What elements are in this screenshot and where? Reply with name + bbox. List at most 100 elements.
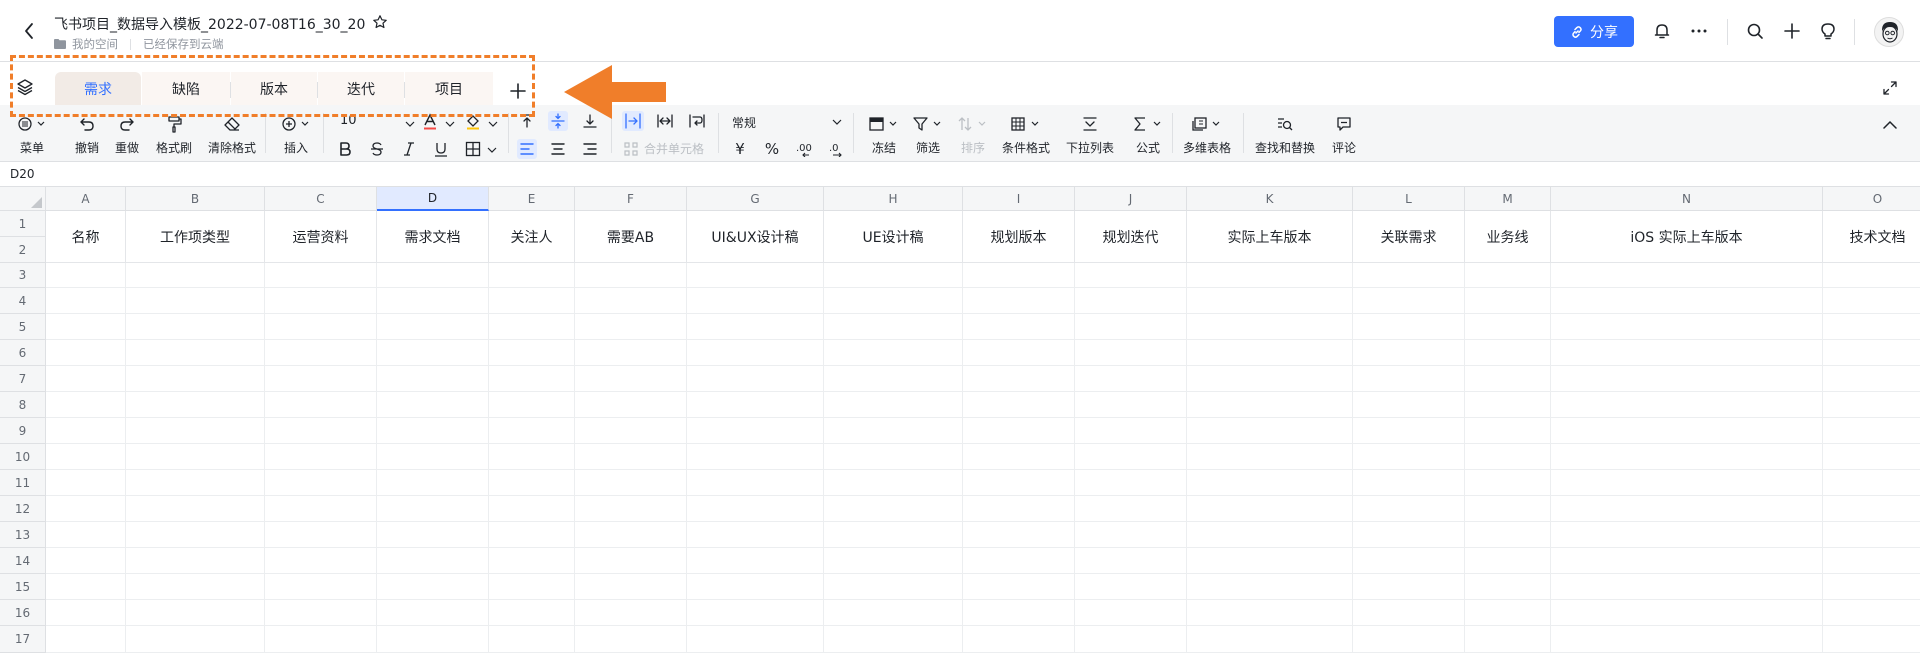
grid-cell[interactable] [1823, 340, 1920, 366]
row-header[interactable]: 11 [0, 470, 46, 496]
header-cell[interactable]: 工作项类型 [126, 211, 265, 263]
grid-cell[interactable] [1075, 263, 1187, 288]
grid-cell[interactable] [1551, 444, 1823, 470]
grid-cell[interactable] [963, 626, 1075, 653]
header-cell[interactable]: 名称 [46, 211, 126, 263]
header-cell[interactable]: iOS 实际上车版本 [1551, 211, 1823, 263]
grid-cell[interactable] [377, 626, 489, 653]
header-cell[interactable]: 关注人 [489, 211, 575, 263]
grid-cell[interactable] [1187, 263, 1353, 288]
document-title[interactable]: 飞书项目_数据导入模板_2022-07-08T16_30_20 [54, 14, 365, 34]
more-icon[interactable] [1688, 20, 1710, 42]
select-all-corner[interactable] [0, 187, 46, 211]
grid-cell[interactable] [377, 418, 489, 444]
grid-cell[interactable] [1075, 548, 1187, 574]
grid-cell[interactable] [824, 263, 963, 288]
share-button[interactable]: 分享 [1554, 16, 1634, 47]
grid-cell[interactable] [377, 548, 489, 574]
grid-cell[interactable] [824, 366, 963, 392]
row-header[interactable]: 15 [0, 574, 46, 600]
grid-cell[interactable] [46, 626, 126, 653]
grid-cell[interactable] [1551, 288, 1823, 314]
grid-cell[interactable] [963, 314, 1075, 340]
underline-icon[interactable] [431, 139, 451, 159]
increase-decimal-icon[interactable]: .0 [826, 139, 846, 159]
grid-cell[interactable] [1823, 600, 1920, 626]
align-center-icon[interactable] [548, 139, 568, 159]
wrap-icon[interactable] [686, 111, 708, 131]
search-icon[interactable] [1744, 20, 1766, 42]
star-icon[interactable] [372, 14, 388, 30]
clear-format-button[interactable]: 清除格式 [208, 105, 256, 156]
grid-cell[interactable] [1187, 392, 1353, 418]
grid-cell[interactable] [1075, 470, 1187, 496]
row-header[interactable]: 7 [0, 366, 46, 392]
grid-cell[interactable] [265, 288, 377, 314]
grid-cell[interactable] [1551, 548, 1823, 574]
grid-cell[interactable] [46, 444, 126, 470]
collapse-toolbar-icon[interactable] [1880, 115, 1900, 135]
row-header[interactable]: 9 [0, 418, 46, 444]
grid-cell[interactable] [1187, 314, 1353, 340]
grid-cell[interactable] [1353, 600, 1465, 626]
grid-cell[interactable] [265, 418, 377, 444]
grid-cell[interactable] [1823, 314, 1920, 340]
grid-cell[interactable] [575, 392, 687, 418]
grid-cell[interactable] [1823, 263, 1920, 288]
grid-cell[interactable] [377, 366, 489, 392]
grid-cell[interactable] [1353, 263, 1465, 288]
grid-cell[interactable] [1075, 600, 1187, 626]
grid-cell[interactable] [824, 418, 963, 444]
grid-cell[interactable] [46, 574, 126, 600]
grid-cell[interactable] [963, 444, 1075, 470]
grid-cell[interactable] [687, 366, 824, 392]
grid-cell[interactable] [377, 574, 489, 600]
column-header[interactable]: K [1187, 187, 1353, 211]
grid-cell[interactable] [1353, 288, 1465, 314]
grid-cell[interactable] [265, 574, 377, 600]
formula-button[interactable]: 公式 [1132, 105, 1164, 156]
grid-cell[interactable] [575, 496, 687, 522]
grid-cell[interactable] [687, 470, 824, 496]
align-top-icon[interactable] [517, 111, 537, 131]
grid-cell[interactable] [265, 522, 377, 548]
grid-cell[interactable] [1187, 496, 1353, 522]
grid-cell[interactable] [377, 600, 489, 626]
header-cell[interactable]: UI&UX设计稿 [687, 211, 824, 263]
grid-cell[interactable] [126, 496, 265, 522]
decrease-decimal-icon[interactable]: .00 [794, 139, 814, 159]
grid-cell[interactable] [265, 392, 377, 418]
grid-cell[interactable] [489, 314, 575, 340]
grid-cell[interactable] [265, 600, 377, 626]
grid-cell[interactable] [1551, 418, 1823, 444]
header-cell[interactable]: 运营资料 [265, 211, 377, 263]
percent-icon[interactable]: % [762, 139, 782, 159]
grid-cell[interactable] [1465, 574, 1551, 600]
grid-cell[interactable] [687, 418, 824, 444]
grid-cell[interactable] [46, 418, 126, 444]
grid-cell[interactable] [46, 600, 126, 626]
row-header[interactable]: 16 [0, 600, 46, 626]
grid-cell[interactable] [265, 263, 377, 288]
bold-icon[interactable] [335, 139, 355, 159]
grid-cell[interactable] [46, 288, 126, 314]
grid-cell[interactable] [1551, 392, 1823, 418]
font-color-icon[interactable] [420, 112, 440, 132]
grid-cell[interactable] [963, 263, 1075, 288]
row-header[interactable]: 13 [0, 522, 46, 548]
grid-cell[interactable] [46, 496, 126, 522]
header-cell[interactable]: 技术文档 [1823, 211, 1920, 263]
grid-cell[interactable] [1353, 340, 1465, 366]
grid-cell[interactable] [963, 574, 1075, 600]
grid-cell[interactable] [824, 522, 963, 548]
sort-button[interactable]: 排序 [957, 105, 989, 156]
grid-cell[interactable] [1465, 496, 1551, 522]
grid-cell[interactable] [489, 366, 575, 392]
grid-cell[interactable] [265, 496, 377, 522]
grid-cell[interactable] [1187, 366, 1353, 392]
merge-cells-button[interactable]: 合并单元格 [624, 140, 704, 157]
chevron-down-icon[interactable] [483, 114, 503, 134]
row-header[interactable]: 10 [0, 444, 46, 470]
grid-cell[interactable] [265, 444, 377, 470]
grid-cell[interactable] [46, 470, 126, 496]
